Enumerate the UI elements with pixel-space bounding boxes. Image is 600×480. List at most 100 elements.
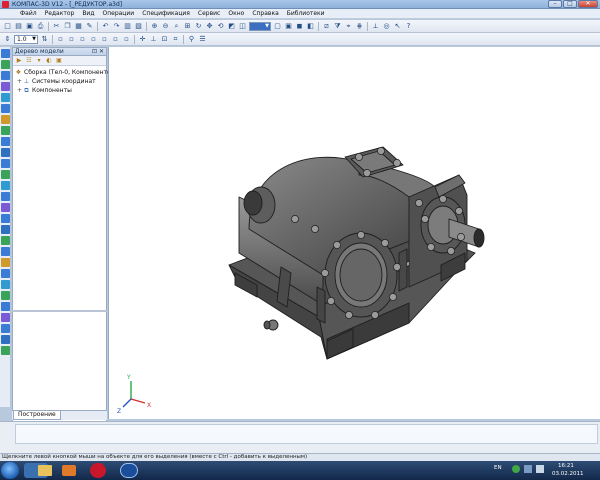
save-icon[interactable]: ▣ (25, 22, 34, 31)
show-all-icon[interactable]: ⊞ (183, 22, 192, 31)
tool-button-icon[interactable] (1, 291, 10, 300)
menu-operations[interactable]: Операции (98, 9, 138, 19)
refresh-icon[interactable]: ↻ (194, 22, 203, 31)
tool-button-icon[interactable] (1, 302, 10, 311)
zoom-out-icon[interactable]: ⊖ (161, 22, 170, 31)
taskbar-kompas-icon[interactable] (120, 463, 138, 478)
tray-icon[interactable] (524, 465, 532, 473)
new-file-icon[interactable]: □ (3, 22, 12, 31)
tool-button-icon[interactable] (1, 104, 10, 113)
copy-icon[interactable]: ❐ (63, 22, 72, 31)
paste-icon[interactable]: ▦ (74, 22, 83, 31)
tool-button-icon[interactable] (1, 115, 10, 124)
start-button[interactable] (1, 462, 19, 479)
orientation-icon[interactable]: ◩ (227, 22, 236, 31)
shaded-icon[interactable]: ◼ (295, 22, 304, 31)
tree-order-icon[interactable]: ▶ (15, 57, 23, 64)
zoom-in-icon[interactable]: ⊕ (150, 22, 159, 31)
menu-window[interactable]: Окно (224, 9, 248, 19)
tool-button-icon[interactable] (1, 148, 10, 157)
measure-icon[interactable]: ⟂ (371, 22, 380, 31)
tool-button-icon[interactable] (1, 181, 10, 190)
mass-properties-icon[interactable]: ◎ (382, 22, 391, 31)
state-icon-4[interactable]: ▫ (89, 35, 98, 44)
menu-help[interactable]: Справка (248, 9, 282, 19)
gear-reducer-model[interactable]: Y X Z (109, 47, 600, 419)
manager-icon[interactable]: ▥ (123, 22, 132, 31)
tool-button-icon[interactable] (1, 60, 10, 69)
section-icon[interactable]: ⧄ (322, 22, 331, 31)
tree-item-components[interactable]: + ⧉ Компоненты (13, 86, 106, 95)
menu-service[interactable]: Сервис (194, 9, 224, 19)
tool-button-icon[interactable] (1, 71, 10, 80)
close-button[interactable]: ✕ (578, 0, 598, 8)
tool-button-icon[interactable] (1, 258, 10, 267)
view-orientation-combo[interactable]: ▼ (249, 21, 271, 31)
menu-editor[interactable]: Редактор (41, 9, 79, 19)
shaded-edges-icon[interactable]: ◧ (306, 22, 315, 31)
state-icon-6[interactable]: ▫ (111, 35, 120, 44)
filter-icon[interactable]: ⧩ (333, 22, 342, 31)
bindings-icon[interactable]: ⚲ (187, 35, 196, 44)
maximize-button[interactable]: □ (563, 0, 577, 8)
minimize-button[interactable]: – (548, 0, 562, 8)
taskbar-explorer-icon[interactable] (38, 465, 52, 476)
cut-icon[interactable]: ✂ (52, 22, 61, 31)
print-icon[interactable]: ⎙ (36, 22, 45, 31)
tool-button-icon[interactable] (1, 203, 10, 212)
language-indicator[interactable]: EN (494, 465, 502, 471)
pan-icon[interactable]: ✥ (205, 22, 214, 31)
state-icon-5[interactable]: ▫ (100, 35, 109, 44)
wireframe-icon[interactable]: ▢ (273, 22, 282, 31)
properties-icon[interactable]: ✎ (85, 22, 94, 31)
model-viewport[interactable]: Y X Z (108, 47, 600, 419)
menu-file[interactable]: Файл (16, 9, 41, 19)
menu-view[interactable]: Вид (78, 9, 98, 19)
taskbar-media-icon[interactable] (62, 465, 76, 476)
perspective-icon[interactable]: ◫ (238, 22, 247, 31)
tool-button-icon[interactable] (1, 269, 10, 278)
select-icon[interactable]: ↖ (393, 22, 402, 31)
layers-icon[interactable]: ☰ (198, 35, 207, 44)
tool-button-icon[interactable] (1, 280, 10, 289)
tree-item-coordinate-systems[interactable]: + ⊥ Системы координат (13, 77, 106, 86)
orthogonal-icon[interactable]: ⊥ (149, 35, 158, 44)
zoom-window-icon[interactable]: ⌕ (172, 22, 181, 31)
taskbar-opera-icon[interactable] (90, 463, 106, 478)
close-icon[interactable]: ✕ (99, 48, 104, 55)
coord-icon[interactable]: ✛ (138, 35, 147, 44)
library-icon[interactable]: ▧ (134, 22, 143, 31)
redo-icon[interactable]: ↷ (112, 22, 121, 31)
tool-button-icon[interactable] (1, 137, 10, 146)
state-icon-1[interactable]: ▫ (56, 35, 65, 44)
state-icon-3[interactable]: ▫ (78, 35, 87, 44)
clock-date[interactable]: 03.02.2011 (552, 471, 584, 477)
step-icon[interactable]: ⊡ (160, 35, 169, 44)
kompas-app-icon[interactable] (2, 1, 9, 8)
grid-icon[interactable]: ⋕ (355, 22, 364, 31)
tool-button-icon[interactable] (1, 313, 10, 322)
tool-button-icon[interactable] (1, 236, 10, 245)
tool-button-icon[interactable] (1, 225, 10, 234)
tool-button-icon[interactable] (1, 192, 10, 201)
menu-libraries[interactable]: Библиотеки (283, 9, 329, 19)
tool-button-icon[interactable] (1, 49, 10, 58)
tree-filter-icon[interactable]: ▣ (55, 57, 63, 64)
tool-button-icon[interactable] (1, 126, 10, 135)
tab-build[interactable]: Построение (13, 411, 61, 420)
network-icon[interactable] (512, 465, 520, 473)
volume-icon[interactable] (536, 465, 544, 473)
tool-button-icon[interactable] (1, 324, 10, 333)
tool-button-icon[interactable] (1, 159, 10, 168)
menu-specification[interactable]: Спецификация (138, 9, 194, 19)
open-file-icon[interactable]: ▤ (14, 22, 23, 31)
help-icon[interactable]: ? (404, 22, 413, 31)
tool-button-icon[interactable] (1, 335, 10, 344)
tree-display-icon[interactable]: ◐ (45, 57, 53, 64)
tool-button-icon[interactable] (1, 346, 10, 355)
scale-step-icon[interactable]: ⇅ (40, 35, 49, 44)
clock-time[interactable]: 16:21 (558, 463, 574, 469)
tool-button-icon[interactable] (1, 82, 10, 91)
snap-icon[interactable]: ⌖ (344, 22, 353, 31)
undo-icon[interactable]: ↶ (101, 22, 110, 31)
